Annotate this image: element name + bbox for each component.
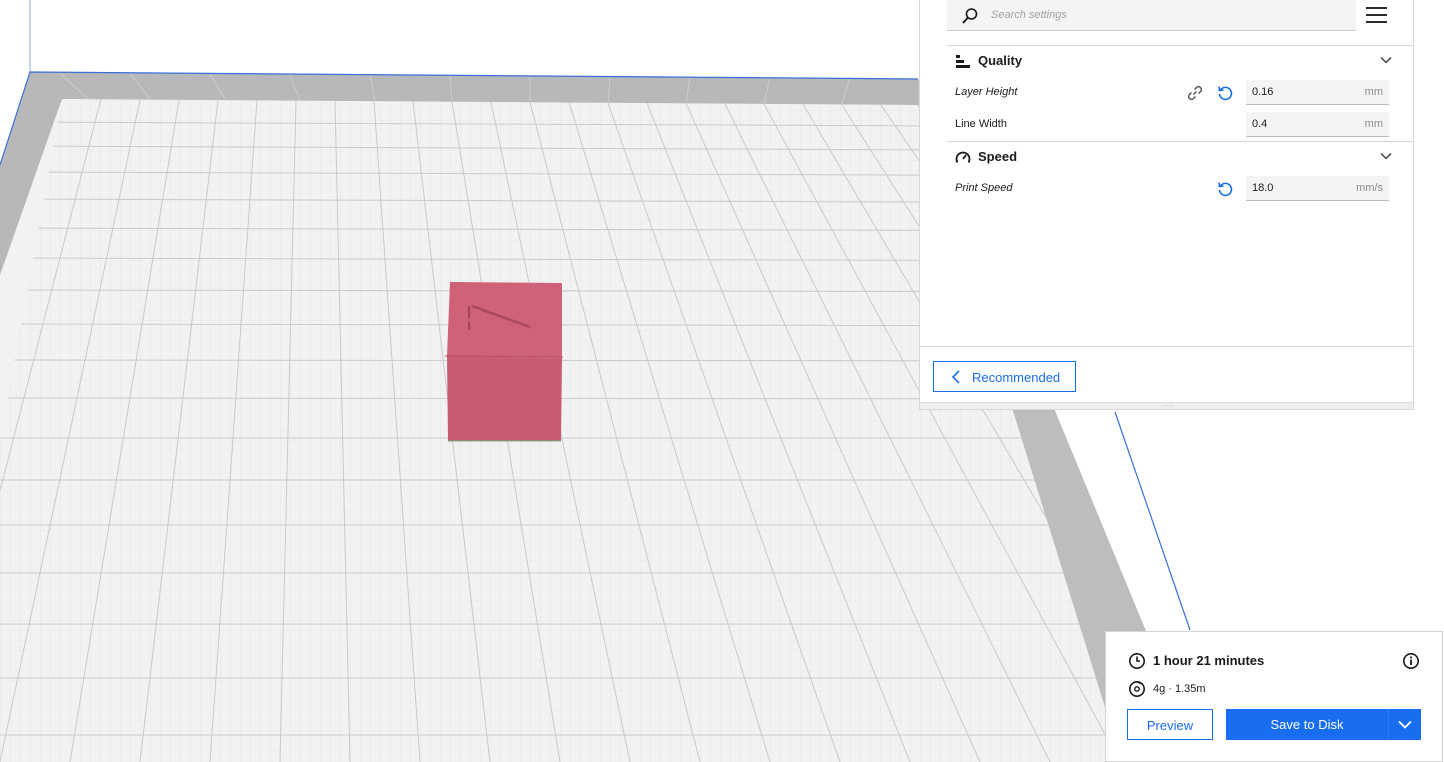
chevron-down-icon[interactable] [1380, 152, 1392, 160]
info-icon[interactable] [1402, 652, 1420, 670]
save-options-dropdown[interactable] [1388, 709, 1421, 740]
preview-button[interactable]: Preview [1127, 709, 1213, 740]
chevron-down-icon [1398, 720, 1412, 729]
line-width-label: Line Width [955, 118, 1007, 130]
section-speed-header[interactable]: Speed [947, 142, 1392, 172]
setting-line-width: Line Width 0.4 mm [955, 112, 1390, 138]
speed-icon [955, 151, 971, 163]
section-quality-title: Quality [978, 53, 1023, 68]
search-input[interactable] [991, 0, 1341, 30]
recommended-label: Recommended [972, 370, 1061, 385]
chevron-down-icon[interactable] [1380, 56, 1392, 64]
search-bar [947, 0, 1356, 31]
save-to-disk-button[interactable]: Save to Disk [1226, 709, 1421, 740]
line-width-field[interactable]: 0.4 mm [1246, 112, 1389, 137]
layer-height-unit: mm [1364, 86, 1383, 98]
spool-icon [1129, 681, 1145, 697]
recommended-button[interactable]: Recommended [933, 361, 1076, 392]
preview-label: Preview [1146, 718, 1194, 733]
line-width-unit: mm [1364, 118, 1383, 130]
section-speed-title: Speed [978, 149, 1018, 164]
print-time: 1 hour 21 minutes [1153, 653, 1265, 668]
search-icon [962, 8, 978, 24]
section-quality-header[interactable]: Quality [947, 46, 1392, 76]
setting-print-speed: Print Speed 18.0 mm/s [955, 176, 1390, 202]
print-speed-value: 18.0 [1252, 182, 1274, 194]
material-usage: 4g · 1.35m [1153, 683, 1206, 695]
print-settings-panel: Quality Layer Height 0.16 mm Line Width … [919, 0, 1414, 410]
layer-height-value: 0.16 [1252, 86, 1274, 98]
link-icon[interactable] [1186, 84, 1204, 102]
print-info-card: 1 hour 21 minutes 4g · 1.35m Preview Sav… [1105, 631, 1443, 762]
reset-icon[interactable] [1216, 84, 1234, 102]
line-width-value: 0.4 [1252, 118, 1268, 130]
reset-icon[interactable] [1216, 180, 1234, 198]
model-cube[interactable] [444, 282, 564, 442]
clock-icon [1129, 653, 1145, 669]
panel-resize-handle[interactable]: ··· [920, 402, 1413, 410]
print-speed-label: Print Speed [955, 182, 1013, 194]
print-speed-field[interactable]: 18.0 mm/s [1246, 176, 1389, 201]
save-label: Save to Disk [1270, 717, 1344, 732]
menu-icon[interactable] [1365, 3, 1389, 27]
layer-height-label: Layer Height [955, 86, 1018, 98]
chevron-left-icon [951, 370, 960, 384]
quality-icon [956, 55, 970, 68]
print-speed-unit: mm/s [1356, 182, 1383, 194]
layer-height-field[interactable]: 0.16 mm [1246, 80, 1389, 105]
setting-layer-height: Layer Height 0.16 mm [955, 80, 1390, 106]
